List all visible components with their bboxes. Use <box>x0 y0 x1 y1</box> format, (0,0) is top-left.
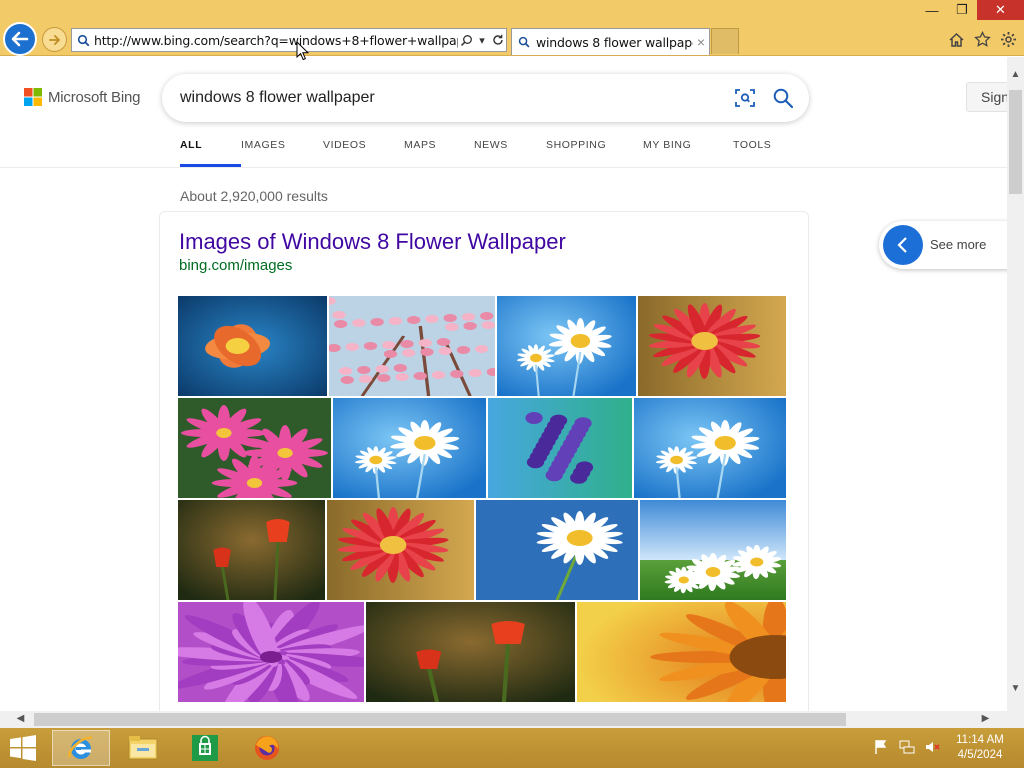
browser-chrome: http://www.bing.com/search?q=windows+8+f… <box>0 0 1024 56</box>
image-row <box>178 296 786 396</box>
restore-button[interactable]: ❐ <box>947 0 977 20</box>
image-thumbnail-red-tulips[interactable] <box>366 602 575 702</box>
taskbar-internet-explorer[interactable] <box>52 730 110 766</box>
refresh-icon[interactable] <box>490 30 506 50</box>
horizontal-scrollbar[interactable]: ◀ ▶ <box>0 711 1007 728</box>
image-thumbnail-daisy-blue[interactable] <box>497 296 636 396</box>
forward-button[interactable] <box>42 27 67 52</box>
logo-text: Microsoft Bing <box>48 88 141 106</box>
tab-title: windows 8 flower wallpaper... <box>536 34 693 50</box>
system-tray <box>872 738 942 756</box>
scroll-right-icon[interactable]: ▶ <box>977 713 994 724</box>
windows-store-icon <box>192 735 218 761</box>
minimize-button[interactable]: — <box>917 0 947 20</box>
taskbar-store[interactable] <box>176 730 234 766</box>
see-more-label: See more <box>930 237 987 252</box>
taskbar-file-explorer[interactable] <box>114 730 172 766</box>
scroll-left-icon[interactable]: ◀ <box>12 713 29 724</box>
image-result-card: Images of Windows 8 Flower Wallpaper bin… <box>160 212 808 711</box>
window-controls: — ❐ ✕ <box>917 0 1024 22</box>
microsoft-logo-icon <box>24 88 42 106</box>
chevron-left-icon <box>883 225 923 265</box>
bing-favicon <box>72 34 94 47</box>
bing-logo[interactable]: Microsoft Bing <box>24 88 140 106</box>
system-clock[interactable]: 11:14 AM 4/5/2024 <box>950 733 1010 763</box>
back-button[interactable] <box>3 22 37 56</box>
vertical-scroll-thumb[interactable] <box>1009 90 1022 194</box>
folder-icon <box>128 736 158 760</box>
clock-date: 4/5/2024 <box>957 749 1003 761</box>
tab-my-bing[interactable]: MY BING <box>643 139 733 167</box>
search-box <box>162 74 809 122</box>
taskbar-firefox[interactable] <box>238 730 296 766</box>
result-count: About 2,920,000 results <box>180 188 328 204</box>
image-thumbnail-red-gerbera[interactable] <box>638 296 786 396</box>
horizontal-scroll-thumb[interactable] <box>34 713 846 726</box>
settings-gear-icon[interactable] <box>998 29 1018 49</box>
image-thumbnail-pink-dahlia[interactable] <box>178 398 331 498</box>
image-thumbnail-purple-dahlia[interactable] <box>178 602 364 702</box>
image-thumbnail-purple-hyacinth[interactable] <box>488 398 632 498</box>
image-thumbnail-daisy-blue[interactable] <box>333 398 486 498</box>
image-row <box>178 500 786 600</box>
taskbar: 11:14 AM 4/5/2024 <box>0 728 1024 768</box>
image-row <box>178 602 786 702</box>
sign-in-button[interactable]: Sign <box>966 82 1007 112</box>
start-button[interactable] <box>8 734 40 762</box>
tab-shopping[interactable]: SHOPPING <box>546 139 643 167</box>
scroll-down-icon[interactable]: ▼ <box>1007 683 1024 694</box>
close-button[interactable]: ✕ <box>977 0 1024 20</box>
tab-active[interactable]: windows 8 flower wallpaper... × <box>511 28 710 55</box>
new-tab-button[interactable] <box>711 28 739 54</box>
result-url: bing.com/images <box>179 257 293 274</box>
image-thumbnail-cherry-blossom[interactable] <box>329 296 495 396</box>
search-icon[interactable] <box>772 87 794 109</box>
web-page: Microsoft Bing Sign ALL IMAGES VIDEOS MA… <box>0 57 1007 711</box>
nav-divider <box>0 167 1007 168</box>
image-thumbnail-red-tulips[interactable] <box>178 500 325 600</box>
scrollbar-corner <box>1007 711 1024 728</box>
windows-logo-icon <box>10 735 36 761</box>
visual-search-icon[interactable] <box>734 87 756 109</box>
address-bar[interactable]: http://www.bing.com/search?q=windows+8+f… <box>71 28 507 52</box>
favorites-star-icon[interactable] <box>972 29 992 49</box>
image-row <box>178 398 786 498</box>
image-thumbnail-daisy-field[interactable] <box>640 500 786 600</box>
vertical-scrollbar[interactable]: ▲ ▼ <box>1007 57 1024 711</box>
image-thumbnail-orange-flower[interactable] <box>178 296 327 396</box>
tab-maps[interactable]: MAPS <box>404 139 474 167</box>
tab-news[interactable]: NEWS <box>474 139 546 167</box>
search-input[interactable] <box>180 86 700 110</box>
firefox-icon <box>255 736 279 760</box>
action-center-flag-icon[interactable] <box>872 738 890 756</box>
tab-images[interactable]: IMAGES <box>241 139 323 167</box>
tab-tools[interactable]: TOOLS <box>733 139 783 167</box>
volume-muted-icon[interactable] <box>924 738 942 756</box>
search-nav: ALL IMAGES VIDEOS MAPS NEWS SHOPPING MY … <box>180 139 783 167</box>
toolbar-icons <box>946 29 1018 49</box>
address-text[interactable]: http://www.bing.com/search?q=windows+8+f… <box>94 33 458 48</box>
clock-time: 11:14 AM <box>956 734 1004 746</box>
scroll-up-icon[interactable]: ▲ <box>1007 69 1024 80</box>
see-more-button[interactable]: See more <box>879 221 1007 269</box>
mouse-cursor-icon <box>296 41 310 61</box>
internet-explorer-icon <box>68 736 93 759</box>
tab-close-icon[interactable]: × <box>693 34 709 50</box>
arrow-right-icon <box>48 34 60 45</box>
image-thumbnail-daisy-blue[interactable] <box>634 398 786 498</box>
tab-all[interactable]: ALL <box>180 139 241 167</box>
image-thumbnail-sunflower-orange[interactable] <box>577 602 786 702</box>
image-thumbnail-single-daisy[interactable] <box>476 500 638 600</box>
image-thumbnail-red-gerbera[interactable] <box>327 500 474 600</box>
dropdown-arrow-icon[interactable]: ▾ <box>474 30 490 50</box>
tab-videos[interactable]: VIDEOS <box>323 139 404 167</box>
search-icon[interactable] <box>458 30 474 50</box>
home-icon[interactable] <box>946 29 966 49</box>
bing-tab-icon <box>518 36 530 48</box>
result-title-link[interactable]: Images of Windows 8 Flower Wallpaper <box>179 229 566 255</box>
network-icon[interactable] <box>898 738 916 756</box>
arrow-left-icon <box>11 31 29 47</box>
